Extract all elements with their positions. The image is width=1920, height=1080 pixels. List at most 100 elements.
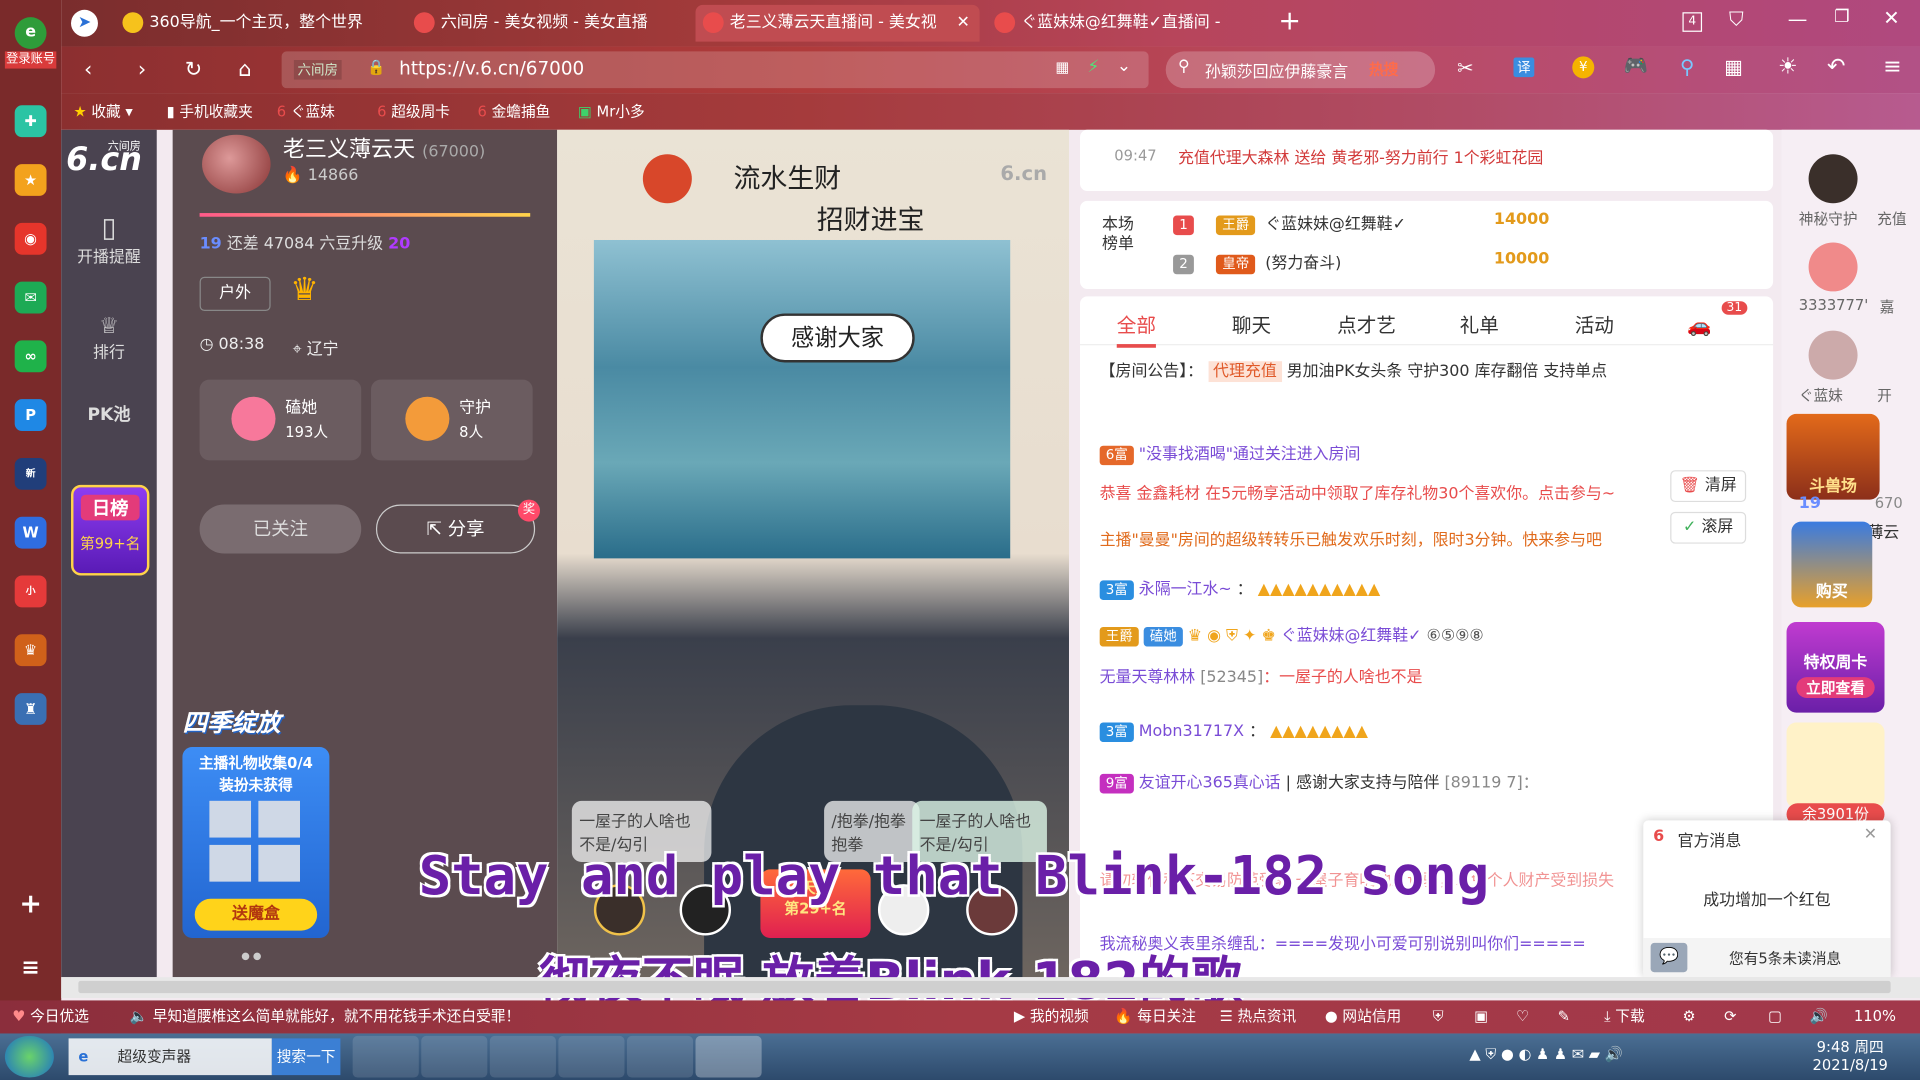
menu-icon[interactable]: ≡ bbox=[1883, 54, 1901, 80]
security-icon[interactable]: ⛨ bbox=[1433, 1000, 1444, 1033]
refresh-icon[interactable]: ⟳ bbox=[1724, 1000, 1736, 1033]
avatar[interactable] bbox=[202, 134, 271, 194]
game-icon[interactable]: ♛ bbox=[14, 634, 47, 667]
popup-footer[interactable]: 💬 您有5条未读消息 bbox=[1643, 937, 1891, 978]
day-rank-badge[interactable]: 日榜 第99+名 bbox=[71, 484, 150, 576]
start-button[interactable] bbox=[4, 1035, 54, 1078]
follow-button[interactable]: 已关注 bbox=[199, 504, 362, 554]
bookmark-fish[interactable]: 6 金蟾捕鱼 bbox=[478, 93, 551, 130]
tab-lanmei[interactable]: ぐ蓝妹妹@红舞鞋✓直播间 - bbox=[987, 5, 1269, 42]
skin-icon[interactable]: ☀ bbox=[1778, 54, 1798, 80]
apps-icon[interactable]: ▦ bbox=[1724, 55, 1743, 78]
magnifier-icon[interactable]: ⚲ bbox=[1680, 55, 1694, 78]
zoom-level[interactable]: 110% bbox=[1854, 1000, 1896, 1033]
gamepad-icon[interactable]: 🎮 bbox=[1624, 54, 1648, 77]
search-button[interactable]: 搜索一下 bbox=[271, 1038, 341, 1076]
game2-icon[interactable]: ♜ bbox=[14, 693, 47, 725]
link-icon[interactable]: ∞ bbox=[14, 340, 47, 373]
bookmark-weekcard[interactable]: 6 超级周卡 bbox=[377, 93, 450, 130]
minimize-icon[interactable]: — bbox=[1788, 7, 1808, 30]
clock[interactable]: 9:48 周四 2021/8/19 bbox=[1807, 1036, 1893, 1074]
guard-avatar[interactable] bbox=[1808, 154, 1858, 204]
site-logo[interactable]: 6.cn 六间房 bbox=[66, 137, 152, 186]
lucky-cat-icon[interactable] bbox=[1786, 722, 1885, 809]
horizontal-scrollbar[interactable] bbox=[61, 977, 1920, 998]
my-videos[interactable]: ▶ 我的视频 bbox=[1014, 1000, 1089, 1033]
trophy-icon[interactable]: ♛ bbox=[290, 272, 334, 314]
volume-icon[interactable]: 🔊 bbox=[1810, 1000, 1828, 1033]
send-box-button[interactable]: 送魔盒 bbox=[194, 898, 318, 931]
brush-icon[interactable]: ✎ bbox=[1558, 1000, 1570, 1033]
taskbar-app-360[interactable] bbox=[558, 1035, 625, 1078]
tab-gifts[interactable]: 礼单 bbox=[1460, 309, 1499, 338]
bookmark-lanmei[interactable]: 6 ぐ蓝妹 bbox=[277, 93, 335, 130]
guard-avatar[interactable] bbox=[1808, 330, 1858, 380]
maximize-icon[interactable]: ❐ bbox=[1834, 7, 1849, 27]
scroll-screen-button[interactable]: ✓ 滚屏 bbox=[1670, 511, 1747, 544]
mail-icon[interactable]: ✉ bbox=[14, 281, 47, 314]
home-icon[interactable]: ⌂ bbox=[230, 55, 259, 84]
chevron-down-icon[interactable]: ⌄ bbox=[1117, 56, 1131, 76]
stat-guard[interactable]: 守护 8人 bbox=[371, 379, 533, 461]
tray-icons[interactable]: ▲ ⛨ ● ◐ ♟ ♟ ✉ ▰ 🔊 bbox=[1469, 1046, 1623, 1064]
carousel-dots[interactable]: ● ● bbox=[241, 950, 261, 961]
taskbar-app-player[interactable] bbox=[626, 1035, 694, 1078]
site-credit[interactable]: ● 网站信用 bbox=[1325, 1000, 1401, 1033]
nav-remind[interactable]: ▯ 开播提醒 bbox=[61, 213, 157, 267]
daily-follow[interactable]: 🔥 每日关注 bbox=[1114, 1000, 1196, 1033]
bookmark-favorites[interactable]: ★ 收藏 ▾ bbox=[73, 93, 132, 130]
arena-button[interactable]: 斗兽场 bbox=[1786, 413, 1880, 500]
tab-all[interactable]: 全部 bbox=[1116, 309, 1156, 348]
image-icon[interactable]: ▣ bbox=[1474, 1000, 1488, 1033]
car-icon[interactable]: 🚗 bbox=[1687, 313, 1711, 336]
tab-activity[interactable]: 活动 bbox=[1575, 309, 1614, 338]
hot-news[interactable]: ☰ 热点资讯 bbox=[1220, 1000, 1297, 1033]
news-ticker[interactable]: 🔈 早知道腰椎这么简单就能好，就不用花钱手术还白受罪！ bbox=[130, 1000, 520, 1033]
search-box[interactable]: ⚲ 孙颖莎回应伊藤豪言 热搜 bbox=[1165, 51, 1436, 89]
translate-button[interactable]: 译 bbox=[1513, 57, 1535, 78]
today-picks[interactable]: ♥ 今日优选 bbox=[12, 1000, 89, 1033]
anchor-tag[interactable]: 户外 bbox=[199, 276, 271, 312]
weibo-icon[interactable]: ◉ bbox=[14, 222, 47, 255]
tab-360[interactable]: 360导航_一个主页，整个世界 bbox=[115, 5, 397, 42]
address-bar[interactable]: 六间房 🔒 https://v.6.cn/67000 ▦ ⚡ ⌄ bbox=[281, 51, 1149, 89]
tab-count[interactable]: 4 bbox=[1682, 12, 1703, 32]
bolt-icon[interactable]: ⚡ bbox=[1087, 58, 1099, 78]
rank-row[interactable]: 1 王爵 ぐ蓝妹妹@红舞鞋✓ 14000 bbox=[1173, 211, 1736, 240]
back-icon[interactable]: ‹ bbox=[73, 55, 102, 84]
reload-icon[interactable]: ↻ bbox=[179, 55, 208, 84]
close-icon[interactable]: ✕ bbox=[1864, 825, 1877, 843]
new-tab-button[interactable]: + bbox=[1278, 5, 1301, 39]
close-tab-icon[interactable]: ✕ bbox=[956, 5, 969, 42]
tab-6cn[interactable]: 六间房 - 美女视频 - 美女直播 bbox=[407, 5, 689, 42]
stat-kedi[interactable]: 磕她 193人 bbox=[199, 379, 362, 461]
window-icon[interactable]: ▢ bbox=[1768, 1000, 1782, 1033]
nav-pk[interactable]: PK池 bbox=[61, 402, 157, 426]
season-promo[interactable]: 四季绽放 主播礼物收集0/4 装扮未获得 送魔盒 bbox=[182, 654, 330, 943]
taskbar-app-voice[interactable] bbox=[695, 1035, 762, 1078]
bookmark-mobile[interactable]: ▮ 手机收藏夹 bbox=[167, 93, 253, 130]
shirt-icon[interactable]: ⛉ bbox=[1729, 7, 1744, 31]
taskbar-app-ie[interactable] bbox=[421, 1035, 488, 1078]
news-icon[interactable]: 新 bbox=[14, 457, 47, 490]
undo-icon[interactable]: ↶ bbox=[1827, 54, 1845, 80]
privilege-card[interactable]: 特权周卡 立即查看 bbox=[1786, 622, 1885, 713]
word-icon[interactable]: W bbox=[14, 516, 47, 549]
login-area[interactable]: e 登录账号 bbox=[4, 17, 57, 71]
taskbar-app-folder[interactable] bbox=[489, 1035, 556, 1078]
coin-icon[interactable]: ¥ bbox=[1572, 56, 1595, 79]
redbook-icon[interactable]: 小 bbox=[14, 575, 47, 608]
tab-current[interactable]: 老三义薄云天直播间 - 美女视 ✕ bbox=[695, 4, 980, 42]
settings-icon[interactable]: ⚙ bbox=[1682, 1000, 1695, 1033]
sidebar-app-icon[interactable]: ✚ bbox=[14, 105, 47, 138]
download-button[interactable]: ⤓ 下载 bbox=[1604, 1000, 1645, 1033]
forward-icon[interactable]: › bbox=[127, 55, 156, 84]
taskbar-search[interactable]: e 超级变声器 bbox=[68, 1038, 272, 1076]
clear-screen-button[interactable]: 🗑 清屏 bbox=[1670, 470, 1747, 503]
navigate-icon[interactable]: ➤ bbox=[71, 9, 98, 37]
tab-talent[interactable]: 点才艺 bbox=[1337, 309, 1396, 338]
menu-icon[interactable]: ≡ bbox=[15, 953, 47, 985]
buy-button[interactable]: 购买 bbox=[1791, 521, 1873, 608]
star-icon[interactable]: ★ bbox=[14, 164, 47, 196]
nav-rank[interactable]: ♕ 排行 bbox=[61, 313, 157, 362]
